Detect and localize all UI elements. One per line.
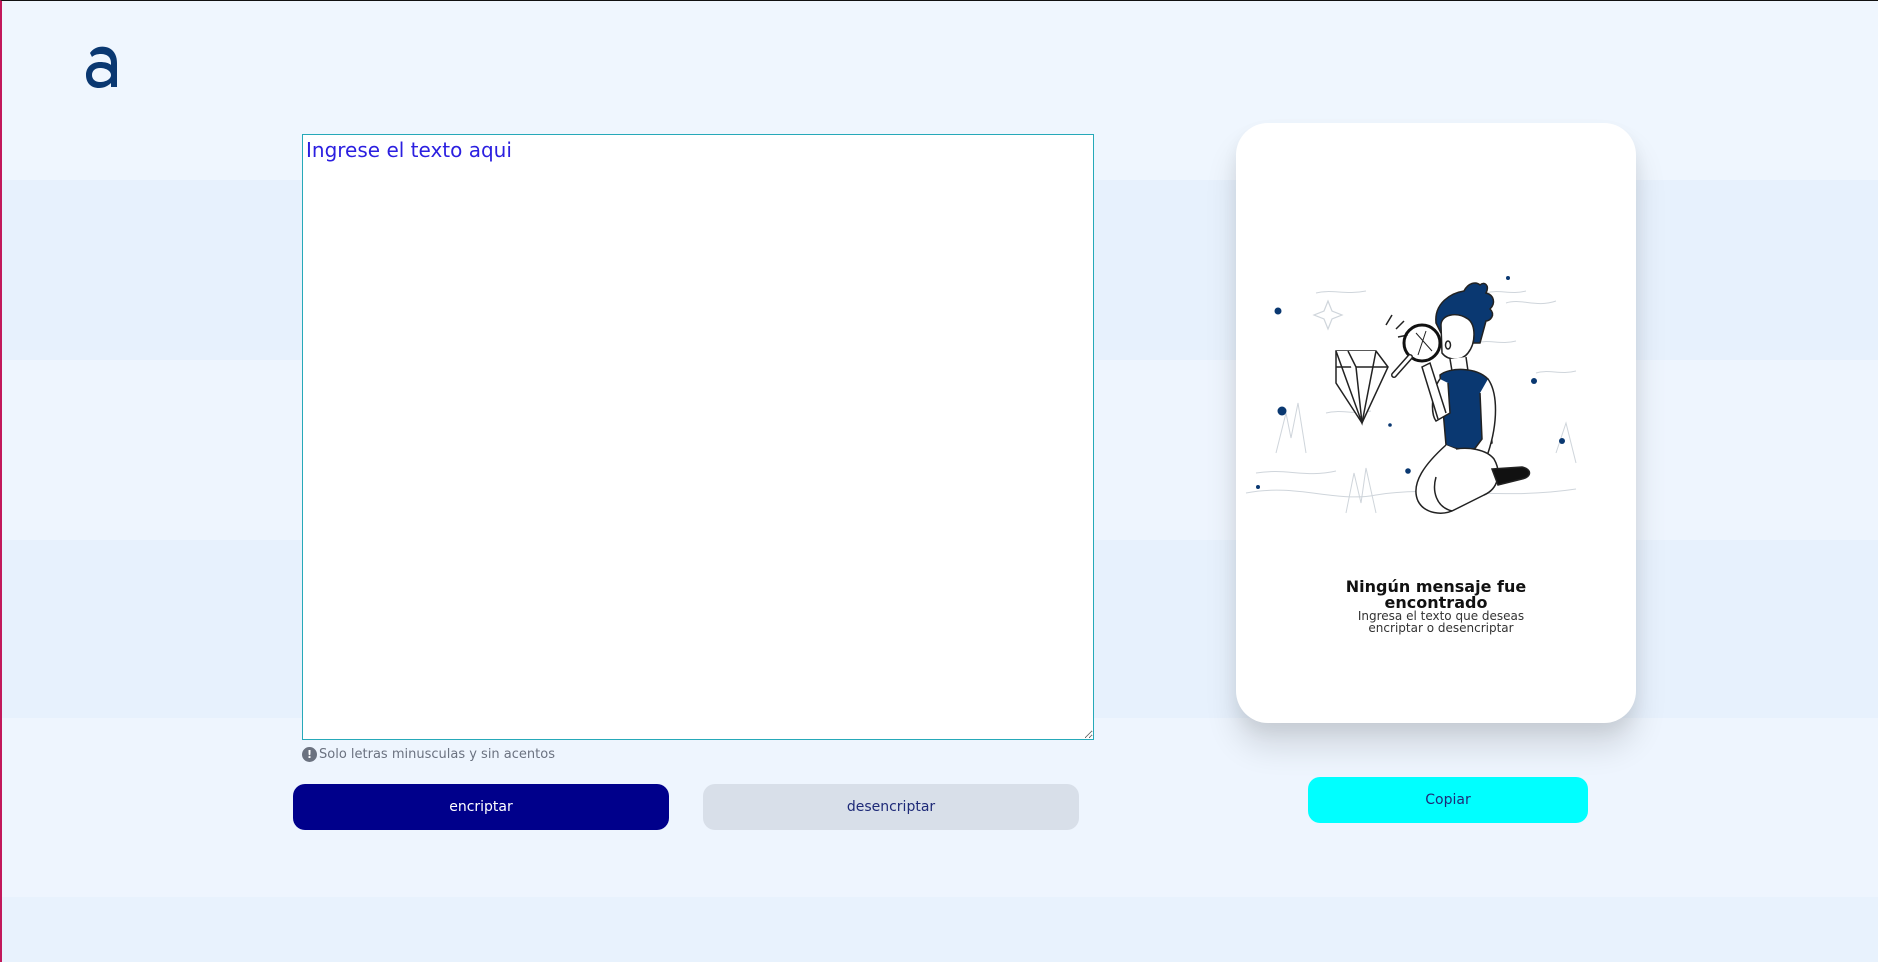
result-card: Ningún mensaje fue encontrado Ingresa el… <box>1236 123 1636 723</box>
encrypt-button[interactable]: encriptar <box>293 784 669 830</box>
alura-logo-icon <box>86 46 117 88</box>
input-hint: ! Solo letras minusculas y sin acentos <box>302 747 555 762</box>
magnifying-glass-person-illustration-icon <box>1245 276 1577 514</box>
copy-button[interactable]: Copiar <box>1308 777 1588 823</box>
text-input[interactable] <box>302 134 1094 740</box>
result-description: Ingresa el texto que deseas encriptar o … <box>1357 609 1525 635</box>
exclamation-circle-icon: ! <box>302 747 317 762</box>
result-title: Ningún mensaje fue encontrado <box>1345 577 1527 612</box>
hint-text: Solo letras minusculas y sin acentos <box>319 747 555 762</box>
decrypt-button[interactable]: desencriptar <box>703 784 1079 830</box>
